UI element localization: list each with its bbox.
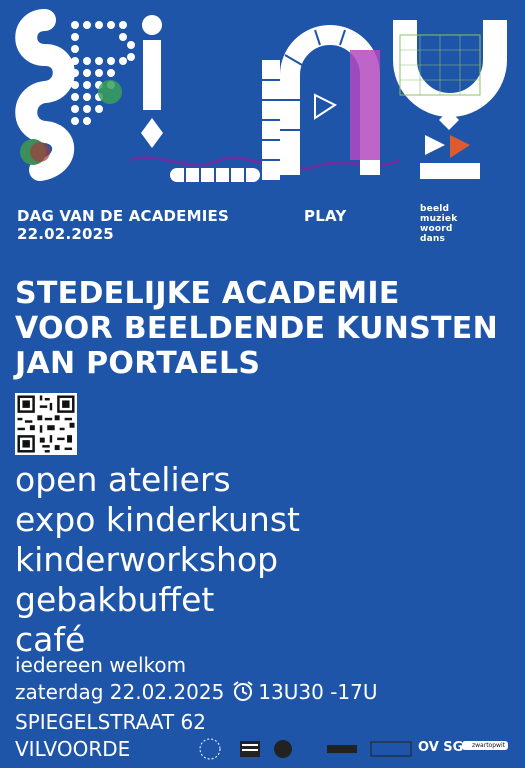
qr-code[interactable] [15, 393, 77, 455]
title-line: STEDELIJKE ACADEMIE [15, 276, 400, 311]
discipline-item: dans [420, 234, 446, 244]
alarm-clock-icon [232, 680, 254, 709]
play-artwork [15, 9, 507, 182]
poster: DAG VAN DE ACADEMIES 22.02.2025 PLAY bee… [0, 0, 525, 768]
activity-item: kinderworkshop [15, 540, 279, 579]
street-address: SPIEGELSTRAAT 62 [15, 710, 206, 734]
ovsg-logo: OV SG [418, 740, 464, 755]
activity-item: open ateliers [15, 460, 231, 499]
event-name: DAG VAN DE ACADEMIES [17, 207, 229, 225]
discipline-item: woord [420, 224, 453, 234]
time-text: 13U30 -17U [258, 680, 378, 704]
discipline-item: beeld [420, 204, 450, 214]
event-date: 22.02.2025 [17, 225, 114, 243]
activities-list: open ateliers expo kinderkunst kinderwor… [15, 460, 300, 660]
event-heading: DAG VAN DE ACADEMIES 22.02.2025 [17, 207, 229, 243]
date-time-line: zaterdag 22.02.2025 13U30 -17U [15, 679, 378, 709]
theme: PLAY [304, 207, 347, 225]
discipline-item: muziek [420, 214, 458, 224]
title-line: JAN PORTAELS [15, 346, 261, 381]
zwartopwit-logo: zwartopwit [462, 741, 508, 750]
academy-title: STEDELIJKE ACADEMIE VOOR BEELDENDE KUNST… [15, 276, 498, 381]
activity-item: gebakbuffet [15, 580, 215, 619]
disciplines-list: beeld muziek woord dans [420, 204, 457, 244]
welcome-text: iedereen welkom [15, 653, 187, 677]
activity-item: expo kinderkunst [15, 500, 300, 539]
title-line: VOOR BEELDENDE KUNSTEN [15, 311, 499, 346]
date-text: zaterdag 22.02.2025 [15, 680, 225, 704]
